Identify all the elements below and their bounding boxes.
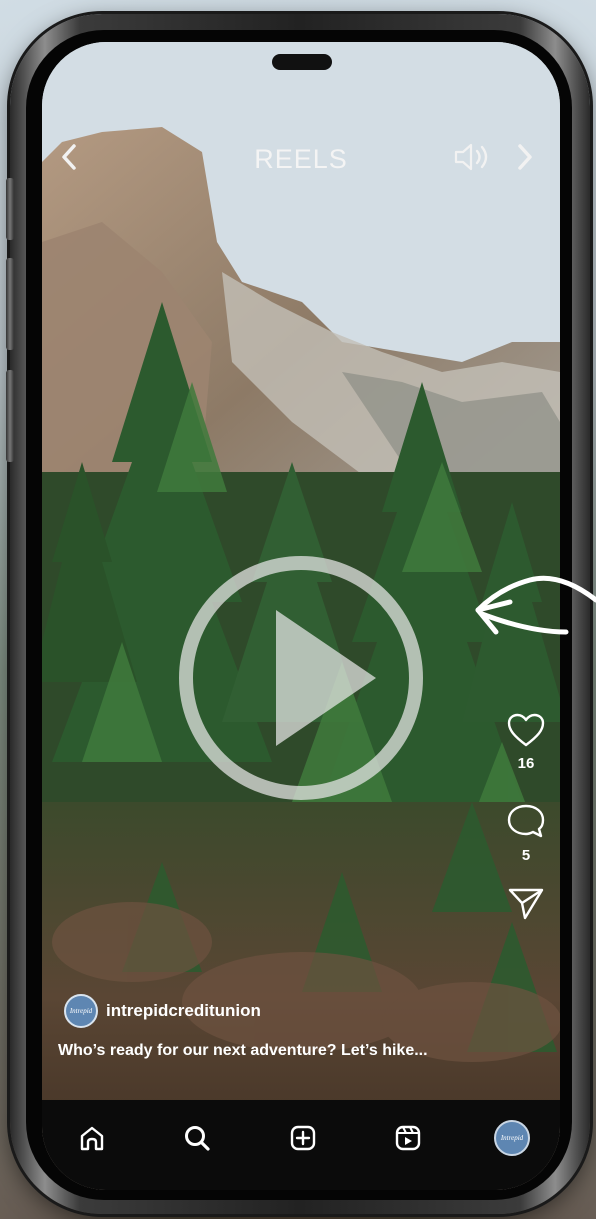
nav-profile[interactable]: Intrepid	[492, 1118, 532, 1158]
send-icon	[508, 888, 544, 920]
nav-search[interactable]	[177, 1118, 217, 1158]
speaker-icon	[454, 143, 488, 171]
side-button	[6, 258, 14, 350]
nav-reels[interactable]	[388, 1118, 428, 1158]
comment-bubble-icon	[507, 804, 545, 838]
home-icon	[80, 1126, 104, 1151]
speaker-notch	[272, 54, 332, 70]
play-button[interactable]	[178, 555, 424, 801]
search-icon	[185, 1126, 210, 1151]
comment-action: 5	[500, 802, 552, 864]
avatar[interactable]: Intrepid	[64, 994, 98, 1028]
nav-create[interactable]	[283, 1118, 323, 1158]
chevron-right-icon	[518, 144, 532, 170]
reel-actions: 16 5	[500, 712, 552, 927]
like-count: 16	[517, 755, 535, 772]
share-action	[500, 886, 552, 927]
play-icon	[179, 556, 423, 800]
pointer-arrow-icon	[475, 575, 596, 635]
profile-avatar[interactable]: Intrepid	[494, 1120, 530, 1156]
post-caption[interactable]: Who’s ready for our next adventure? Let’…	[58, 1042, 428, 1060]
bottom-nav: Intrepid	[42, 1100, 560, 1190]
share-button[interactable]	[507, 886, 545, 927]
sound-toggle-button[interactable]	[450, 142, 494, 172]
username[interactable]: intrepidcreditunion	[106, 1001, 261, 1021]
side-button	[6, 370, 14, 462]
reels-header: REELS	[42, 142, 560, 182]
comment-button[interactable]	[506, 802, 546, 845]
nav-home[interactable]	[72, 1118, 112, 1158]
post-author[interactable]: Intrepid intrepidcreditunion	[64, 993, 261, 1029]
comment-count: 5	[521, 847, 531, 864]
reels-icon	[395, 1125, 421, 1151]
like-action: 16	[500, 712, 552, 772]
forward-button[interactable]	[510, 142, 540, 172]
side-button	[6, 178, 14, 240]
like-button[interactable]	[506, 712, 546, 753]
create-icon	[290, 1125, 316, 1151]
heart-icon	[507, 713, 545, 747]
